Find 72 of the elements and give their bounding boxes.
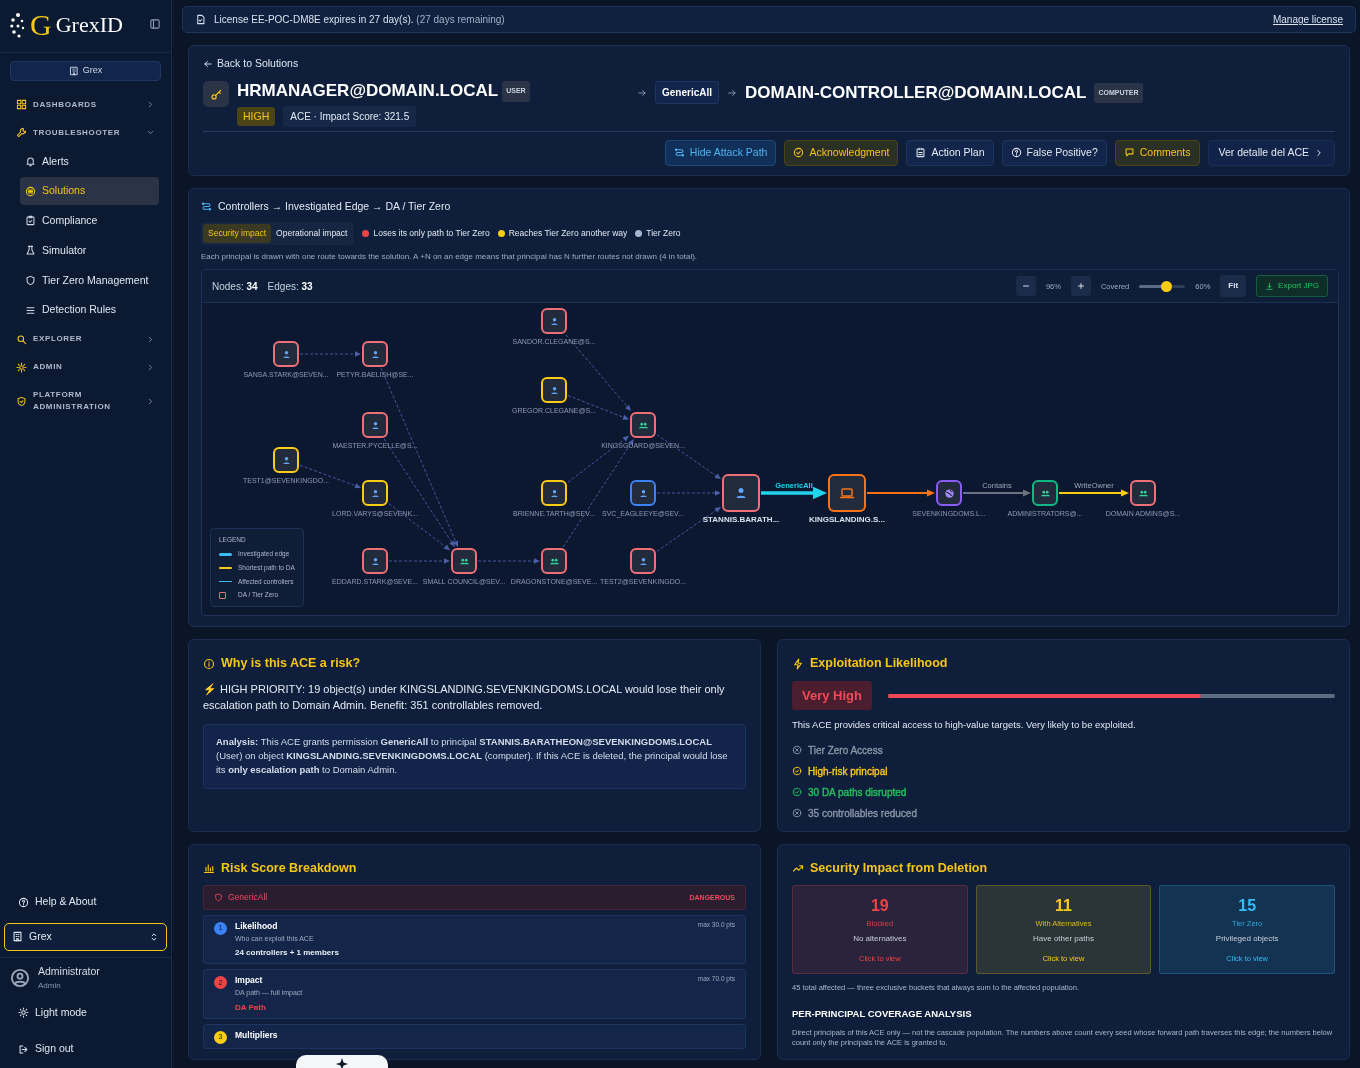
card-title: Security Impact from Deletion xyxy=(810,859,988,877)
action-button[interactable]: Action Plan xyxy=(906,139,994,166)
nav-section[interactable]: ADMIN xyxy=(0,353,171,381)
target-object: DOMAIN-CONTROLLER@DOMAIN.LOCAL xyxy=(745,83,1087,103)
back-link[interactable]: Back to Solutions xyxy=(203,56,299,72)
action-button[interactable]: Hide Attack Path xyxy=(664,139,777,166)
logo-mark: G xyxy=(30,10,52,40)
source-principal: HRMANAGER@DOMAIN.LOCAL xyxy=(237,82,499,101)
factor-detail: DA Path xyxy=(235,1001,267,1014)
permission-tag: GenericAll xyxy=(655,81,720,105)
nav-item[interactable]: Alerts xyxy=(20,147,159,176)
license-message: License EE-POC-DM8E expires in 27 day(s). (27 days remaining) xyxy=(214,13,505,27)
legend-label: Tier Zero xyxy=(646,227,681,241)
likelihood-factor: 30 DA paths disrupted xyxy=(808,785,907,800)
user-name: Administrator xyxy=(38,963,100,979)
action-button[interactable]: Comments xyxy=(1114,139,1200,166)
action-button[interactable]: False Positive? xyxy=(1001,139,1107,166)
impact-tab[interactable]: Operational impact xyxy=(271,224,353,244)
severity-tag: HIGH xyxy=(237,106,276,127)
factor-title: Multipliers xyxy=(235,1028,278,1042)
likelihood-description: This ACE provides critical access to high-value targets. Very likely to be exploited. xyxy=(792,718,1137,733)
permission-name: GenericAll xyxy=(228,891,268,905)
factor-title: Likelihood xyxy=(235,920,279,933)
manage-license-link[interactable]: Manage license xyxy=(1272,12,1343,27)
legend-label: Reaches Tier Zero another way xyxy=(508,227,628,241)
bucket-description: Have other paths xyxy=(1032,932,1095,945)
sign-out-link[interactable]: Sign out xyxy=(0,1027,171,1064)
coverage-heading: PER-PRINCIPAL COVERAGE ANALYSIS xyxy=(792,1007,973,1022)
node-label: KINGSLANDING.S... xyxy=(809,516,885,525)
nav-section[interactable]: DASHBOARDS xyxy=(0,90,171,119)
factor-title: Impact xyxy=(235,974,264,988)
impact-score: ACE · Impact Score: 321.5 xyxy=(283,105,417,127)
likelihood-factor: High-risk principal xyxy=(808,764,888,779)
nav-item[interactable]: Compliance xyxy=(20,207,159,235)
nav-item[interactable]: Solutions xyxy=(20,177,159,205)
node-label: STANNIS.BARATH... xyxy=(702,516,780,525)
graph-stat: Nodes: 34 xyxy=(212,279,258,294)
factor-detail: 24 controllers + 1 members xyxy=(235,947,339,960)
graph-title: Controllers → Investigated Edge → DA / Tier Zero xyxy=(218,198,451,214)
bucket-count: 19 xyxy=(869,896,890,917)
card-title: Exploitation Likelihood xyxy=(810,655,948,673)
impact-tab[interactable]: Security impact xyxy=(203,224,272,244)
fit-button[interactable]: Fit xyxy=(1220,275,1247,298)
user-role: Admin xyxy=(38,979,62,992)
likelihood-factor: Tier Zero Access xyxy=(808,743,883,758)
export-button[interactable]: Export JPG xyxy=(1256,275,1328,298)
help-link[interactable]: Help & About xyxy=(0,887,171,917)
nav-section[interactable]: TROUBLESHOOTER xyxy=(0,118,171,147)
likelihood-factor: 35 controllables reduced xyxy=(808,806,917,821)
tenant-button[interactable]: Grex xyxy=(10,61,161,81)
theme-toggle[interactable]: Light mode xyxy=(0,997,171,1028)
legend-label: Loses its only path to Tier Zero xyxy=(373,227,490,241)
nav-section[interactable]: PLATFORM ADMINISTRATION xyxy=(0,381,171,421)
action-button[interactable]: Ver detalle del ACE xyxy=(1207,139,1335,166)
bucket-description: No alternatives xyxy=(852,932,908,945)
graph-stat: Edges: 33 xyxy=(267,279,313,294)
graph-note: Each principal is drawn with one route towards the solution. A +N on an edge means that principal has N further routes not drawn (4 in total). xyxy=(201,251,699,264)
likelihood-rating: Very High xyxy=(792,680,872,711)
nav-item[interactable]: Tier Zero Management xyxy=(20,266,159,295)
card-title: Why is this ACE a risk? xyxy=(221,655,361,673)
priority-text: ⚡ HIGH PRIORITY: 19 object(s) under KINGSLANDING.SEVENKINGDOMS.LOCAL would lose their only escalation path to Domain Admin. Benefit: 351 controllables removed. xyxy=(203,681,726,714)
tenant-select[interactable]: Grex xyxy=(4,923,167,951)
nav-item[interactable]: Simulator xyxy=(20,236,159,265)
bucket-count: 11 xyxy=(1054,896,1073,917)
logo-text: GrexID xyxy=(55,14,123,36)
bucket-count: 15 xyxy=(1237,896,1258,917)
bucket-description: Privileged objects xyxy=(1214,932,1280,945)
card-title: Risk Score Breakdown xyxy=(221,859,357,877)
analysis-text: Analysis: This ACE grants permission GenericAll to principal STANNIS.BARATHEON@SEVENKINGDOMS.LOCAL (User) on object KINGSLANDING.SEVENKINGDOMS.LOCAL (computer). If this ACE is deleted, the principal would lose its only escalation path to Domain Admin. xyxy=(203,723,746,789)
action-button[interactable]: Acknowledgment xyxy=(784,139,899,166)
nav-item[interactable]: Detection Rules xyxy=(20,296,159,324)
nav-section[interactable]: EXPLORER xyxy=(0,325,171,353)
